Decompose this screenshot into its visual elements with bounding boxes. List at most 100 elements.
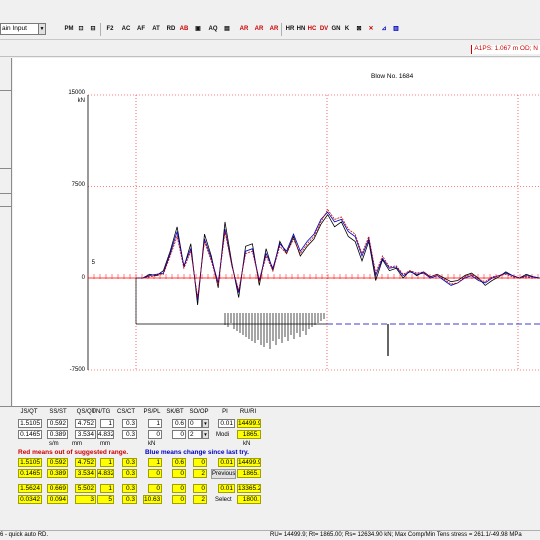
series-line xyxy=(136,208,540,298)
left-panel xyxy=(0,58,12,406)
force-chart xyxy=(87,94,540,371)
current-pl: 0 xyxy=(148,469,162,478)
toolbar-button-aq[interactable]: AQ xyxy=(207,23,219,36)
blue-legend-note: Blue means change since last try. xyxy=(145,449,249,456)
select-un: 1 xyxy=(100,484,114,493)
qs-input[interactable]: 4.752 xyxy=(75,419,96,428)
select-tg: 5 xyxy=(97,495,114,504)
status-right: RU= 14499.9; Rt= 1865.00; Rs= 12634.90 k… xyxy=(270,532,522,538)
col-header: PS/PL xyxy=(143,409,161,415)
js-input[interactable]: 1.5105 xyxy=(18,419,42,428)
y-tick-label: 15000 xyxy=(68,90,85,96)
ss-input[interactable]: 0.592 xyxy=(47,419,68,428)
current-qs: 4.752 xyxy=(75,458,96,467)
col-header: SS/ST xyxy=(49,409,67,415)
select-button[interactable]: Select xyxy=(215,497,232,503)
col-header: UN/TG xyxy=(91,409,111,415)
toolbar-button-ab[interactable]: AB xyxy=(179,23,189,36)
series-line xyxy=(136,211,540,301)
current-ru: 14499.9 xyxy=(237,458,261,467)
unit-label: kN xyxy=(148,441,156,447)
select-qt2: 3 xyxy=(75,495,96,504)
modify-button[interactable]: Modi xyxy=(216,432,229,438)
pi-input[interactable]: 0.01 xyxy=(218,419,235,428)
toolbar-icon-button[interactable]: ⊡ xyxy=(76,23,86,36)
ct-input[interactable]: 0.3 xyxy=(122,430,137,439)
select-op: 2 xyxy=(193,495,207,504)
col-header: RU/RI xyxy=(239,409,257,415)
y-tick-label: 7500 xyxy=(71,182,85,188)
cs-input[interactable]: 0.3 xyxy=(122,419,137,428)
current-so: 0 xyxy=(193,458,207,467)
sk-input[interactable]: 0.6 xyxy=(172,419,186,428)
select-sk: 0 xyxy=(172,484,186,493)
toolbar-icon-button[interactable]: ⊟ xyxy=(88,23,98,36)
un-input[interactable]: 1 xyxy=(100,419,114,428)
parameter-panel: JS/QT SS/ST QS/QT UN/TG CS/CT PS/PL SK/B… xyxy=(0,406,540,530)
chevron-down-icon[interactable]: ▼ xyxy=(202,430,209,439)
current-ss: 0.592 xyxy=(47,458,68,467)
select-qt: 0.0342 xyxy=(18,495,42,504)
toolbar-button-dv[interactable]: DV xyxy=(319,23,329,36)
chevron-down-icon[interactable]: ▼ xyxy=(38,23,46,35)
current-tg: 4.832 xyxy=(97,469,114,478)
tg-input[interactable]: 4.832 xyxy=(97,430,114,439)
chevron-down-icon[interactable]: ▼ xyxy=(202,419,209,428)
toolbar-button-f2[interactable]: F2 xyxy=(104,23,116,36)
select-qs: 5.502 xyxy=(75,484,96,493)
y-tick-label: 5 xyxy=(91,260,95,266)
toolbar-icon-button[interactable]: ▤ xyxy=(222,23,232,36)
signal-plot: Blow No. 1684 15000 kN 7500 5 0 -7500 xyxy=(13,58,540,406)
toolbar-button-ar-2[interactable]: AR xyxy=(253,23,265,36)
toolbar-button-pm[interactable]: PM xyxy=(64,23,74,36)
toolbar-button-ar-1[interactable]: AR xyxy=(238,23,250,36)
current-cs: 0.3 xyxy=(122,458,137,467)
st-input[interactable]: 0.389 xyxy=(47,430,68,439)
toolbar-button-hc[interactable]: HC xyxy=(307,23,317,36)
current-ct: 0.3 xyxy=(122,469,137,478)
current-st: 0.389 xyxy=(47,469,68,478)
current-op: 2 xyxy=(193,469,207,478)
y-axis-unit: kN xyxy=(77,98,85,104)
ps-input[interactable]: 1 xyxy=(148,419,162,428)
toolbar-button-af[interactable]: AF xyxy=(135,23,147,36)
current-js: 1.5105 xyxy=(18,458,42,467)
qt2-input[interactable]: 3.534 xyxy=(75,430,96,439)
toolbar-button-rd[interactable]: RD xyxy=(165,23,177,36)
select-js: 1.5624 xyxy=(18,484,42,493)
select-cs: 0.3 xyxy=(122,484,137,493)
red-legend-note: Red means out of suggested range. xyxy=(18,449,129,456)
toolbar-icon-button[interactable]: ⊠ xyxy=(354,23,364,36)
current-pi: 0.01 xyxy=(218,458,235,467)
col-header: CS/CT xyxy=(117,409,135,415)
unit-label: mm xyxy=(72,441,82,447)
pl-input[interactable]: 0 xyxy=(148,430,162,439)
col-header: SO/OP xyxy=(189,409,209,415)
so-select[interactable]: 0 xyxy=(188,419,202,428)
toolbar-button-gn[interactable]: GN xyxy=(331,23,341,36)
y-tick-label: -7500 xyxy=(69,367,85,373)
current-un: 1 xyxy=(100,458,114,467)
toolbar-icon-button[interactable]: ⊿ xyxy=(379,23,389,36)
qt-input[interactable]: 0.1465 xyxy=(18,430,42,439)
col-header: PI xyxy=(222,409,228,415)
op-select[interactable]: 2 xyxy=(188,430,202,439)
bt-input[interactable]: 0 xyxy=(172,430,186,439)
toolbar: ain Input ▼ PM ⊡ ⊟ F2 AC AF AT RD AB ▣ A… xyxy=(0,20,540,40)
previous-button[interactable]: Previous xyxy=(211,469,236,479)
status-strip: A1PS: 1.067 m OD; N xyxy=(0,41,540,57)
toolbar-button-ar-3[interactable]: AR xyxy=(268,23,280,36)
current-sk: 0.6 xyxy=(172,458,186,467)
close-icon[interactable]: ✕ xyxy=(366,23,376,36)
toolbar-icon-button[interactable]: ▥ xyxy=(391,23,401,36)
toolbar-button-at[interactable]: AT xyxy=(150,23,162,36)
select-pl: 10.63 xyxy=(143,495,162,504)
y-tick-label: 0 xyxy=(81,275,85,281)
toolbar-button-ac[interactable]: AC xyxy=(120,23,132,36)
status-message: A1PS: 1.067 m OD; N xyxy=(471,45,540,54)
select-ps: 0 xyxy=(148,484,162,493)
toolbar-button-k[interactable]: K xyxy=(343,23,351,36)
toolbar-icon-button[interactable]: ▣ xyxy=(193,23,203,36)
current-qt2: 3.534 xyxy=(75,469,96,478)
toolbar-button-hn[interactable]: HN xyxy=(295,23,307,36)
